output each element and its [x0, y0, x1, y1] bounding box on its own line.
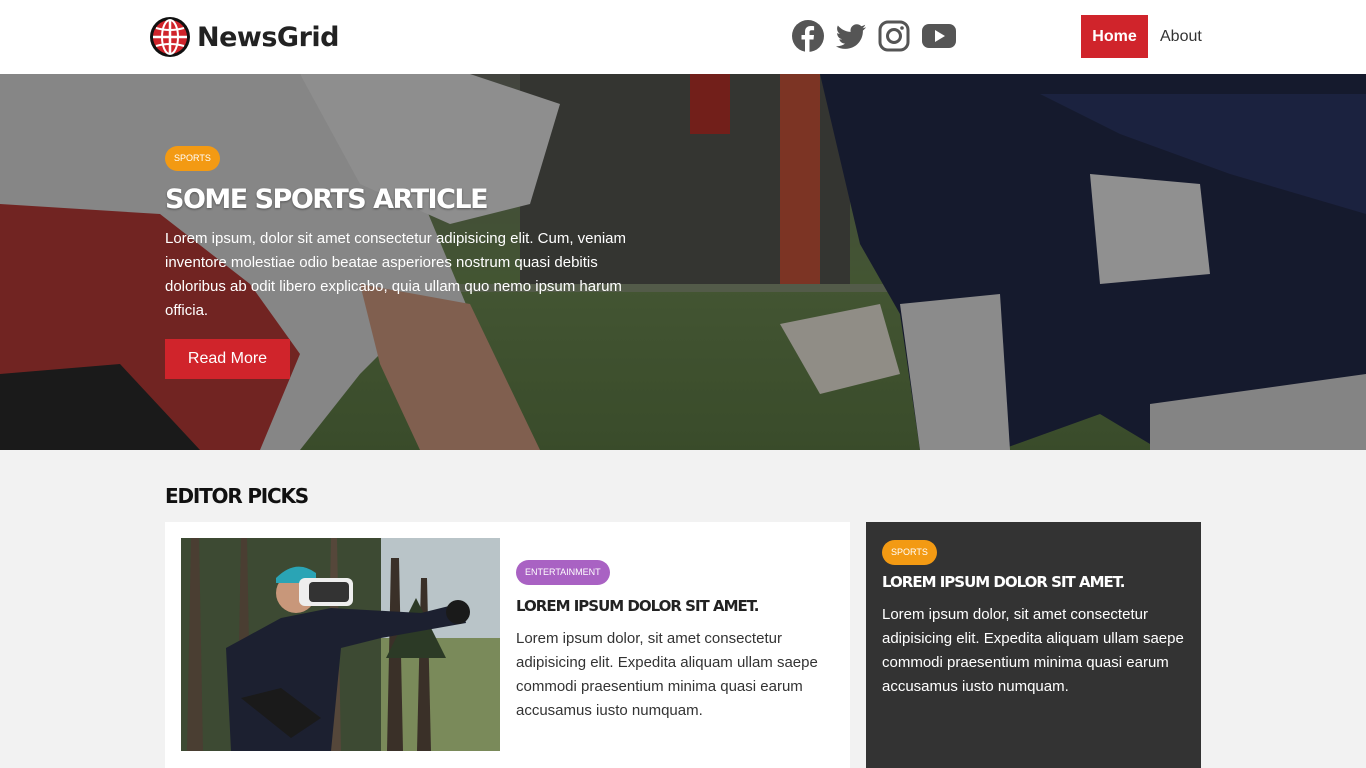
youtube-icon[interactable] — [921, 20, 957, 52]
editor-pick-card-dark[interactable]: Sports Lorem ipsum dolor sit amet. Lorem… — [866, 522, 1201, 768]
logo-text: NewsGrid — [197, 21, 339, 53]
nav-about-link[interactable]: About — [1160, 15, 1202, 58]
article-title[interactable]: Lorem ipsum dolor sit amet. — [516, 597, 836, 615]
site-header: NewsGrid Home About — [0, 0, 1366, 74]
article-text: Lorem ipsum dolor, sit amet consectetur … — [516, 630, 818, 719]
article-image[interactable] — [181, 538, 500, 751]
article-text: Lorem ipsum dolor, sit amet consectetur … — [882, 606, 1184, 695]
twitter-icon[interactable] — [835, 20, 867, 52]
nav-home-link[interactable]: Home — [1081, 15, 1148, 58]
category-badge[interactable]: Sports — [165, 146, 220, 171]
facebook-icon[interactable] — [792, 20, 824, 52]
hero-text: Lorem ipsum, dolor sit amet consectetur … — [165, 230, 627, 319]
editor-pick-card[interactable]: Entertainment Lorem ipsum dolor sit amet… — [165, 522, 850, 768]
article-title[interactable]: Lorem ipsum dolor sit amet. — [882, 573, 1185, 591]
instagram-icon[interactable] — [878, 20, 910, 52]
category-badge[interactable]: Entertainment — [516, 560, 610, 585]
article-body: Entertainment Lorem ipsum dolor sit amet… — [516, 560, 836, 723]
hero-content: Sports Some Sports Article Lorem ipsum, … — [165, 146, 665, 379]
hero-title: Some Sports Article — [165, 184, 489, 215]
vr-person-image — [181, 538, 500, 751]
read-more-button[interactable]: Read More — [165, 339, 290, 379]
social-links — [792, 20, 957, 52]
section-title: Editor Picks — [165, 484, 309, 508]
hero-banner: Sports Some Sports Article Lorem ipsum, … — [0, 74, 1366, 450]
main-nav: Home About — [1081, 15, 1202, 58]
logo[interactable]: NewsGrid — [149, 16, 339, 58]
category-badge[interactable]: Sports — [882, 540, 937, 565]
globe-icon — [150, 17, 190, 57]
